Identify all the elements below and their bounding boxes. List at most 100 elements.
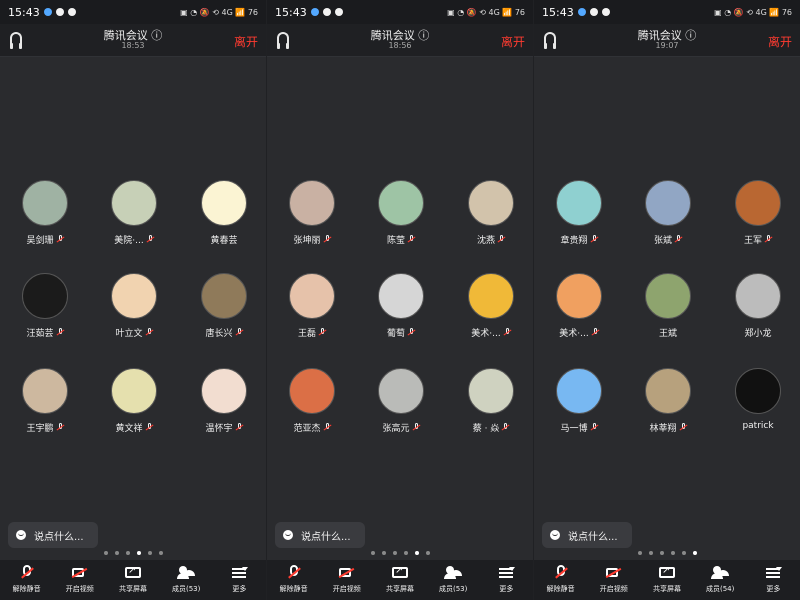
- participant-tile[interactable]: 沈燕: [448, 180, 533, 260]
- more-button[interactable]: 更多: [480, 565, 532, 594]
- avatar: [735, 180, 781, 226]
- participant-name: 王斌: [658, 329, 677, 339]
- participant-tile[interactable]: 范亚杰: [269, 368, 355, 448]
- page-dot[interactable]: [649, 551, 653, 555]
- meeting-time: 18:56: [388, 41, 412, 50]
- page-dot[interactable]: [159, 551, 163, 555]
- participant-tile[interactable]: 温怀宇: [181, 368, 266, 448]
- muted-mic-icon: [408, 235, 415, 244]
- page-dot[interactable]: [382, 551, 386, 555]
- page-dot[interactable]: [671, 551, 675, 555]
- muted-mic-icon: [57, 423, 64, 432]
- participant-tile[interactable]: patrick: [715, 368, 800, 448]
- page-dot[interactable]: [126, 551, 130, 555]
- leave-button[interactable]: 离开: [768, 33, 792, 50]
- video-off-icon: [338, 565, 356, 581]
- muted-mic-icon: [324, 235, 331, 244]
- page-dot[interactable]: [426, 551, 430, 555]
- chat-input[interactable]: 说点什么...: [275, 522, 365, 548]
- emoji-icon[interactable]: [283, 530, 293, 540]
- participant-tile[interactable]: 黄文祥: [91, 368, 177, 448]
- avatar: [111, 368, 157, 414]
- muted-mic-icon: [765, 235, 772, 244]
- participant-tile[interactable]: 吴剑珊: [2, 180, 88, 260]
- share-screen-button[interactable]: 共享屏幕: [374, 565, 426, 594]
- avatar: [22, 368, 68, 414]
- page-dot[interactable]: [660, 551, 664, 555]
- participant-tile[interactable]: 叶立文: [91, 273, 177, 353]
- unmute-button[interactable]: 解除静音: [268, 565, 320, 594]
- bottom-toolbar: 解除静音 开启视频 共享屏幕 成员(54) 更多: [534, 560, 800, 600]
- page-dot[interactable]: [415, 551, 419, 555]
- participant-tile[interactable]: 美院·...: [91, 180, 177, 260]
- participant-tile[interactable]: 林莘翔: [625, 368, 711, 448]
- assistant-icon: [334, 8, 343, 16]
- participant-tile[interactable]: 美术·...: [448, 273, 533, 353]
- status-bar: 15:43 ▣ ◔ 🔕 ⟲ 4G 📶 76: [534, 0, 800, 24]
- emoji-icon[interactable]: [550, 530, 560, 540]
- chat-input[interactable]: 说点什么...: [542, 522, 632, 548]
- page-dot[interactable]: [404, 551, 408, 555]
- avatar: [22, 180, 68, 226]
- leave-button[interactable]: 离开: [501, 33, 525, 50]
- participant-tile[interactable]: 黄春芸: [181, 180, 266, 260]
- chat-icon: [322, 8, 331, 16]
- status-right: ▣ ◔ 🔕 ⟲ 4G 📶 76: [447, 7, 525, 17]
- participant-tile[interactable]: 葡萄: [358, 273, 444, 353]
- page-dot[interactable]: [148, 551, 152, 555]
- muted-mic-icon: [147, 235, 154, 244]
- page-dot[interactable]: [393, 551, 397, 555]
- participant-tile[interactable]: 陈莹: [358, 180, 444, 260]
- muted-mic-icon: [591, 423, 598, 432]
- participant-tile[interactable]: 章贵翔: [536, 180, 622, 260]
- more-button[interactable]: 更多: [747, 565, 799, 594]
- chat-icon: [589, 8, 598, 16]
- participant-name: 美术·...: [536, 326, 622, 339]
- members-button[interactable]: 成员(53): [427, 565, 479, 594]
- muted-mic-icon: [236, 423, 243, 432]
- participant-tile[interactable]: 美术·...: [536, 273, 622, 353]
- participant-tile[interactable]: 汪茹芸: [2, 273, 88, 353]
- page-dot[interactable]: [693, 551, 697, 555]
- participant-tile[interactable]: 张斌: [625, 180, 711, 260]
- participant-tile[interactable]: 张坤丽: [269, 180, 355, 260]
- share-screen-button[interactable]: 共享屏幕: [107, 565, 159, 594]
- leave-button[interactable]: 离开: [234, 33, 258, 50]
- participant-tile[interactable]: 郑小龙: [715, 273, 800, 353]
- participant-tile[interactable]: 王军: [715, 180, 800, 260]
- chat-input[interactable]: 说点什么...: [8, 522, 98, 548]
- participant-tile[interactable]: 王宇鹏: [2, 368, 88, 448]
- video-button[interactable]: 开启视频: [588, 565, 640, 594]
- page-dot[interactable]: [638, 551, 642, 555]
- page-dot[interactable]: [104, 551, 108, 555]
- participant-tile[interactable]: 蔡 · 焱: [448, 368, 533, 448]
- unmute-button[interactable]: 解除静音: [535, 565, 587, 594]
- share-screen-button[interactable]: 共享屏幕: [641, 565, 693, 594]
- participant-grid: 吴剑珊 美院·... 黄春芸 汪茹芸 叶立文 唐长兴 王宇鹏 黄文祥 温怀宇: [0, 180, 266, 440]
- participant-name: 吴剑珊: [2, 233, 88, 246]
- video-off-icon: [71, 565, 89, 581]
- participant-tile[interactable]: 王磊: [269, 273, 355, 353]
- participant-tile[interactable]: 马一博: [536, 368, 622, 448]
- participant-name: 张高元: [358, 421, 444, 434]
- members-button[interactable]: 成员(54): [694, 565, 746, 594]
- video-button[interactable]: 开启视频: [321, 565, 373, 594]
- participant-tile[interactable]: 张高元: [358, 368, 444, 448]
- more-button[interactable]: 更多: [213, 565, 265, 594]
- members-button[interactable]: 成员(53): [160, 565, 212, 594]
- page-dot[interactable]: [371, 551, 375, 555]
- page-dot[interactable]: [115, 551, 119, 555]
- participant-name: 王磊: [269, 326, 355, 339]
- page-dot[interactable]: [137, 551, 141, 555]
- muted-mic-icon: [57, 235, 64, 244]
- members-icon: [177, 565, 195, 581]
- participant-tile[interactable]: 王斌: [625, 273, 711, 353]
- meeting-panel-2: 15:43 ▣ ◔ 🔕 ⟲ 4G 📶 76 腾讯会议 ⓘ 18:56 离开 张坤…: [267, 0, 533, 600]
- video-button[interactable]: 开启视频: [54, 565, 106, 594]
- meeting-time: 18:53: [121, 41, 145, 50]
- emoji-icon[interactable]: [16, 530, 26, 540]
- participant-tile[interactable]: 唐长兴: [181, 273, 266, 353]
- status-time: 15:43: [542, 5, 574, 19]
- unmute-button[interactable]: 解除静音: [1, 565, 53, 594]
- page-dot[interactable]: [682, 551, 686, 555]
